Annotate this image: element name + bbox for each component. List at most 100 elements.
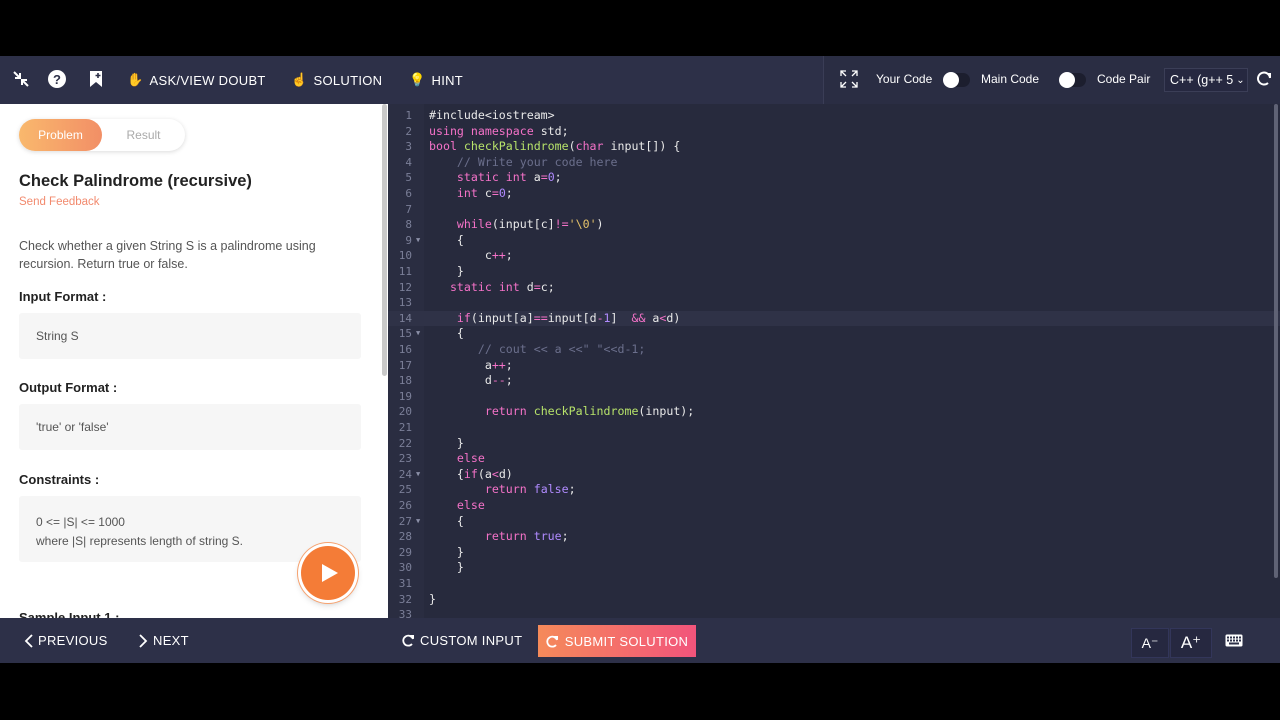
editor-scrollbar[interactable]	[1274, 104, 1278, 578]
code-line[interactable]: 33	[388, 607, 1280, 618]
language-select[interactable]: C++ (g++ 5 ⌄	[1164, 68, 1248, 92]
send-feedback-link[interactable]: Send Feedback	[19, 196, 100, 208]
code-text: a++;	[429, 357, 513, 372]
code-editor[interactable]: 1 #include<iostream> 2 using namespace std;…	[388, 104, 1280, 618]
code-line[interactable]: 16 // cout << a <<" "<<d-1;	[388, 342, 1280, 358]
tab-result[interactable]: Result	[102, 119, 185, 151]
submit-icon	[546, 635, 558, 648]
code-text: }	[429, 435, 464, 450]
line-number: 26	[398, 499, 412, 512]
lightbulb-icon: 💡	[409, 72, 426, 87]
code-line[interactable]: 19	[388, 389, 1280, 405]
code-line[interactable]: 23 else	[388, 451, 1280, 467]
your-code-toggle[interactable]	[943, 72, 970, 88]
problem-scrollbar[interactable]	[382, 104, 387, 376]
code-text: using namespace std;	[429, 123, 569, 138]
code-line[interactable]: 7	[388, 202, 1280, 218]
code-line[interactable]: 22 }	[388, 436, 1280, 452]
constraints-line: 0 <= |S| <= 1000	[36, 515, 125, 529]
main-code-toggle[interactable]	[1059, 72, 1086, 88]
tab-problem[interactable]: Problem	[19, 119, 102, 151]
code-line[interactable]: 2 using namespace std;	[388, 124, 1280, 140]
font-increase-label: A⁺	[1180, 633, 1202, 652]
bottom-toolbar: PREVIOUS NEXT CUSTOM INPUT SUBMIT SOLUTI…	[0, 618, 1280, 663]
code-line[interactable]: 13	[388, 295, 1280, 311]
ask-doubt-label: ASK/VIEW DOUBT	[149, 72, 266, 88]
chevron-down-icon: ⌄	[1236, 74, 1245, 86]
code-text: static int d=c;	[449, 279, 555, 294]
code-line[interactable]: 30 }	[388, 560, 1280, 576]
fold-arrow-icon[interactable]: ▼	[416, 326, 420, 342]
code-line[interactable]: 20 return checkPalindrome(input);	[388, 404, 1280, 420]
line-number: 8	[405, 218, 412, 232]
code-text: }	[429, 591, 436, 606]
previous-label: PREVIOUS	[38, 633, 108, 648]
code-line[interactable]: 9 ▼ {	[388, 233, 1280, 249]
refresh-icon[interactable]	[1253, 68, 1275, 90]
code-text: // cout << a <<" "<<d-1;	[477, 342, 646, 356]
language-value: C++ (g++ 5	[1170, 73, 1234, 87]
next-label: NEXT	[153, 633, 189, 648]
code-line[interactable]: 26 else	[388, 498, 1280, 514]
code-text: #include<iostream>	[429, 108, 555, 122]
code-line[interactable]: 5 static int a=0;	[388, 170, 1280, 186]
fold-arrow-icon[interactable]: ▼	[416, 233, 420, 249]
code-line[interactable]: 1 #include<iostream>	[388, 108, 1280, 124]
line-number: 10	[398, 249, 412, 263]
constraints-heading: Constraints :	[19, 472, 100, 487]
main-code-label: Main Code	[981, 72, 1040, 86]
chevron-right-icon	[139, 633, 148, 648]
code-line[interactable]: 8 while(input[c]!='\0')	[388, 217, 1280, 233]
code-text: else	[456, 451, 485, 466]
line-number: 21	[398, 421, 412, 434]
submit-solution-button[interactable]: SUBMIT SOLUTION	[538, 625, 696, 657]
code-line[interactable]: 21	[388, 420, 1280, 436]
previous-button[interactable]: PREVIOUS	[24, 633, 108, 648]
run-code-button[interactable]	[301, 546, 355, 600]
fullscreen-icon[interactable]	[838, 68, 860, 90]
line-number: 19	[398, 389, 412, 403]
next-button[interactable]: NEXT	[139, 633, 189, 648]
code-pair-label: Code Pair	[1097, 72, 1151, 86]
code-line[interactable]: 28 return true;	[388, 529, 1280, 545]
custom-input-button[interactable]: CUSTOM INPUT	[402, 633, 522, 648]
code-line[interactable]: 6 int c=0;	[388, 186, 1280, 202]
line-number: 33	[398, 608, 412, 618]
fold-arrow-icon[interactable]: ▼	[416, 514, 420, 530]
code-line[interactable]: 24 ▼ {if(a<d)	[388, 467, 1280, 483]
keyboard-icon[interactable]	[1223, 629, 1245, 651]
code-line[interactable]: 12 static int d=c;	[388, 280, 1280, 296]
code-line[interactable]: 32}	[388, 592, 1280, 608]
code-line[interactable]: 17 a++;	[388, 358, 1280, 374]
custom-input-icon	[402, 634, 414, 647]
line-number: 28	[398, 530, 412, 544]
solution-button[interactable]: ☝ SOLUTION	[291, 70, 382, 90]
code-line[interactable]: 29 }	[388, 545, 1280, 561]
ask-doubt-button[interactable]: ✋ ASK/VIEW DOUBT	[127, 70, 266, 90]
code-text: return checkPalindrome(input);	[484, 404, 695, 419]
code-line[interactable]: 25 return false;	[388, 482, 1280, 498]
line-number: 1	[405, 109, 412, 122]
code-line[interactable]: 15 ▼ {	[388, 326, 1280, 342]
font-increase-button[interactable]: A⁺	[1170, 628, 1212, 658]
collapse-icon[interactable]	[10, 68, 32, 90]
help-icon[interactable]: ?	[46, 68, 68, 90]
problem-tabs: Problem Result	[19, 119, 185, 151]
code-line[interactable]: 27 ▼ {	[388, 514, 1280, 530]
top-toolbar: ? ✋ ASK/VIEW DOUBT ☝ SOLUTION 💡 HINT You…	[0, 56, 1280, 104]
bookmark-add-icon[interactable]	[85, 68, 107, 90]
code-line[interactable]: 11 }	[388, 264, 1280, 280]
code-line[interactable]: 4 // Write your code here	[388, 155, 1280, 171]
code-line[interactable]: 18 d--;	[388, 373, 1280, 389]
line-number: 18	[398, 374, 412, 388]
line-number: 15	[398, 327, 412, 341]
font-decrease-button[interactable]: A⁻	[1131, 628, 1169, 658]
fold-arrow-icon[interactable]: ▼	[416, 467, 420, 483]
code-line[interactable]: 31	[388, 576, 1280, 592]
code-line[interactable]: 14 if(input[a]==input[d-1] && a<d)	[388, 310, 1280, 327]
hand-icon: ✋	[127, 72, 144, 87]
sample-input-heading: Sample Input 1 :	[19, 610, 120, 618]
code-line[interactable]: 10 c++;	[388, 248, 1280, 264]
hint-button[interactable]: 💡 HINT	[409, 70, 463, 90]
code-line[interactable]: 3 bool checkPalindrome(char input[]) {	[388, 139, 1280, 155]
